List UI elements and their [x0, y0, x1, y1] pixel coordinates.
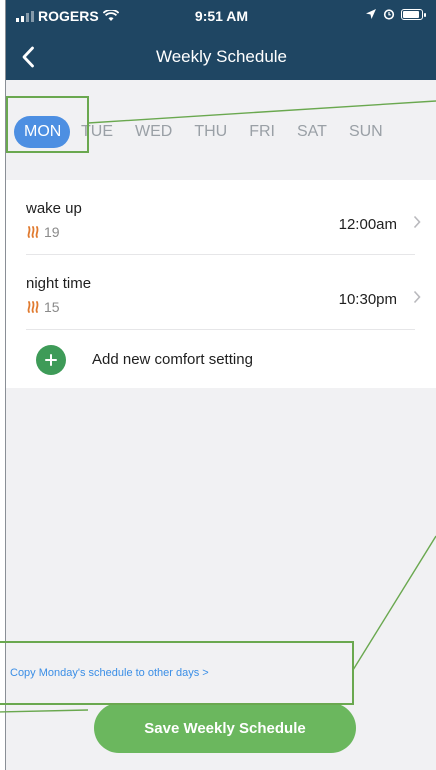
day-tab-wed[interactable]: WED — [124, 116, 183, 148]
schedule-item-name: night time — [26, 275, 92, 292]
battery-icon — [401, 8, 426, 20]
nav-bar: Weekly Schedule — [6, 38, 436, 78]
temp-value: 19 — [44, 224, 60, 240]
add-comfort-setting-row[interactable]: Add new comfort setting — [6, 330, 436, 388]
page-title: Weekly Schedule — [155, 47, 288, 66]
schedule-item-time: 12:00am — [338, 216, 397, 233]
chevron-right-icon — [413, 215, 421, 229]
heat-icon — [27, 301, 39, 313]
day-tab-thu[interactable]: THU — [183, 116, 238, 148]
day-tab-tue[interactable]: TUE — [70, 116, 124, 148]
day-tab-sat[interactable]: SAT — [286, 116, 338, 148]
day-selector: MON TUE WED THU FRI SAT SUN — [6, 80, 436, 180]
location-arrow-icon — [366, 9, 376, 19]
heat-icon — [27, 226, 39, 238]
copy-schedule-link[interactable]: Copy Monday's schedule to other days > — [10, 667, 209, 679]
day-tab-sun[interactable]: SUN — [338, 116, 394, 148]
app-header: ROGERS 9:51 AM Weekly Schedule — [6, 0, 436, 80]
alarm-icon — [383, 9, 395, 20]
schedule-item-temp: 19 — [26, 224, 60, 240]
add-setting-label: Add new comfort setting — [92, 351, 253, 368]
temp-value: 15 — [44, 299, 60, 315]
schedule-item-temp: 15 — [26, 299, 60, 315]
day-tab-fri[interactable]: FRI — [238, 116, 286, 148]
chevron-right-icon — [413, 290, 421, 304]
schedule-item-night-time[interactable]: night time 15 10:30pm — [6, 255, 436, 330]
day-tabs: MON TUE WED THU FRI SAT SUN — [14, 116, 394, 148]
schedule-item-name: wake up — [26, 200, 82, 217]
schedule-item-time: 10:30pm — [338, 291, 397, 308]
status-bar: ROGERS 9:51 AM — [6, 0, 436, 34]
schedule-list: wake up 19 12:00am night time 15 10:30pm — [6, 180, 436, 388]
day-tab-mon[interactable]: MON — [14, 116, 70, 148]
phone-screen: ROGERS 9:51 AM Weekly Schedule MON TUE W… — [5, 0, 436, 770]
status-right — [365, 8, 426, 20]
save-weekly-schedule-button[interactable]: Save Weekly Schedule — [94, 703, 356, 753]
plus-icon — [45, 354, 57, 366]
add-button[interactable] — [36, 345, 66, 375]
schedule-item-wake-up[interactable]: wake up 19 12:00am — [6, 180, 436, 255]
